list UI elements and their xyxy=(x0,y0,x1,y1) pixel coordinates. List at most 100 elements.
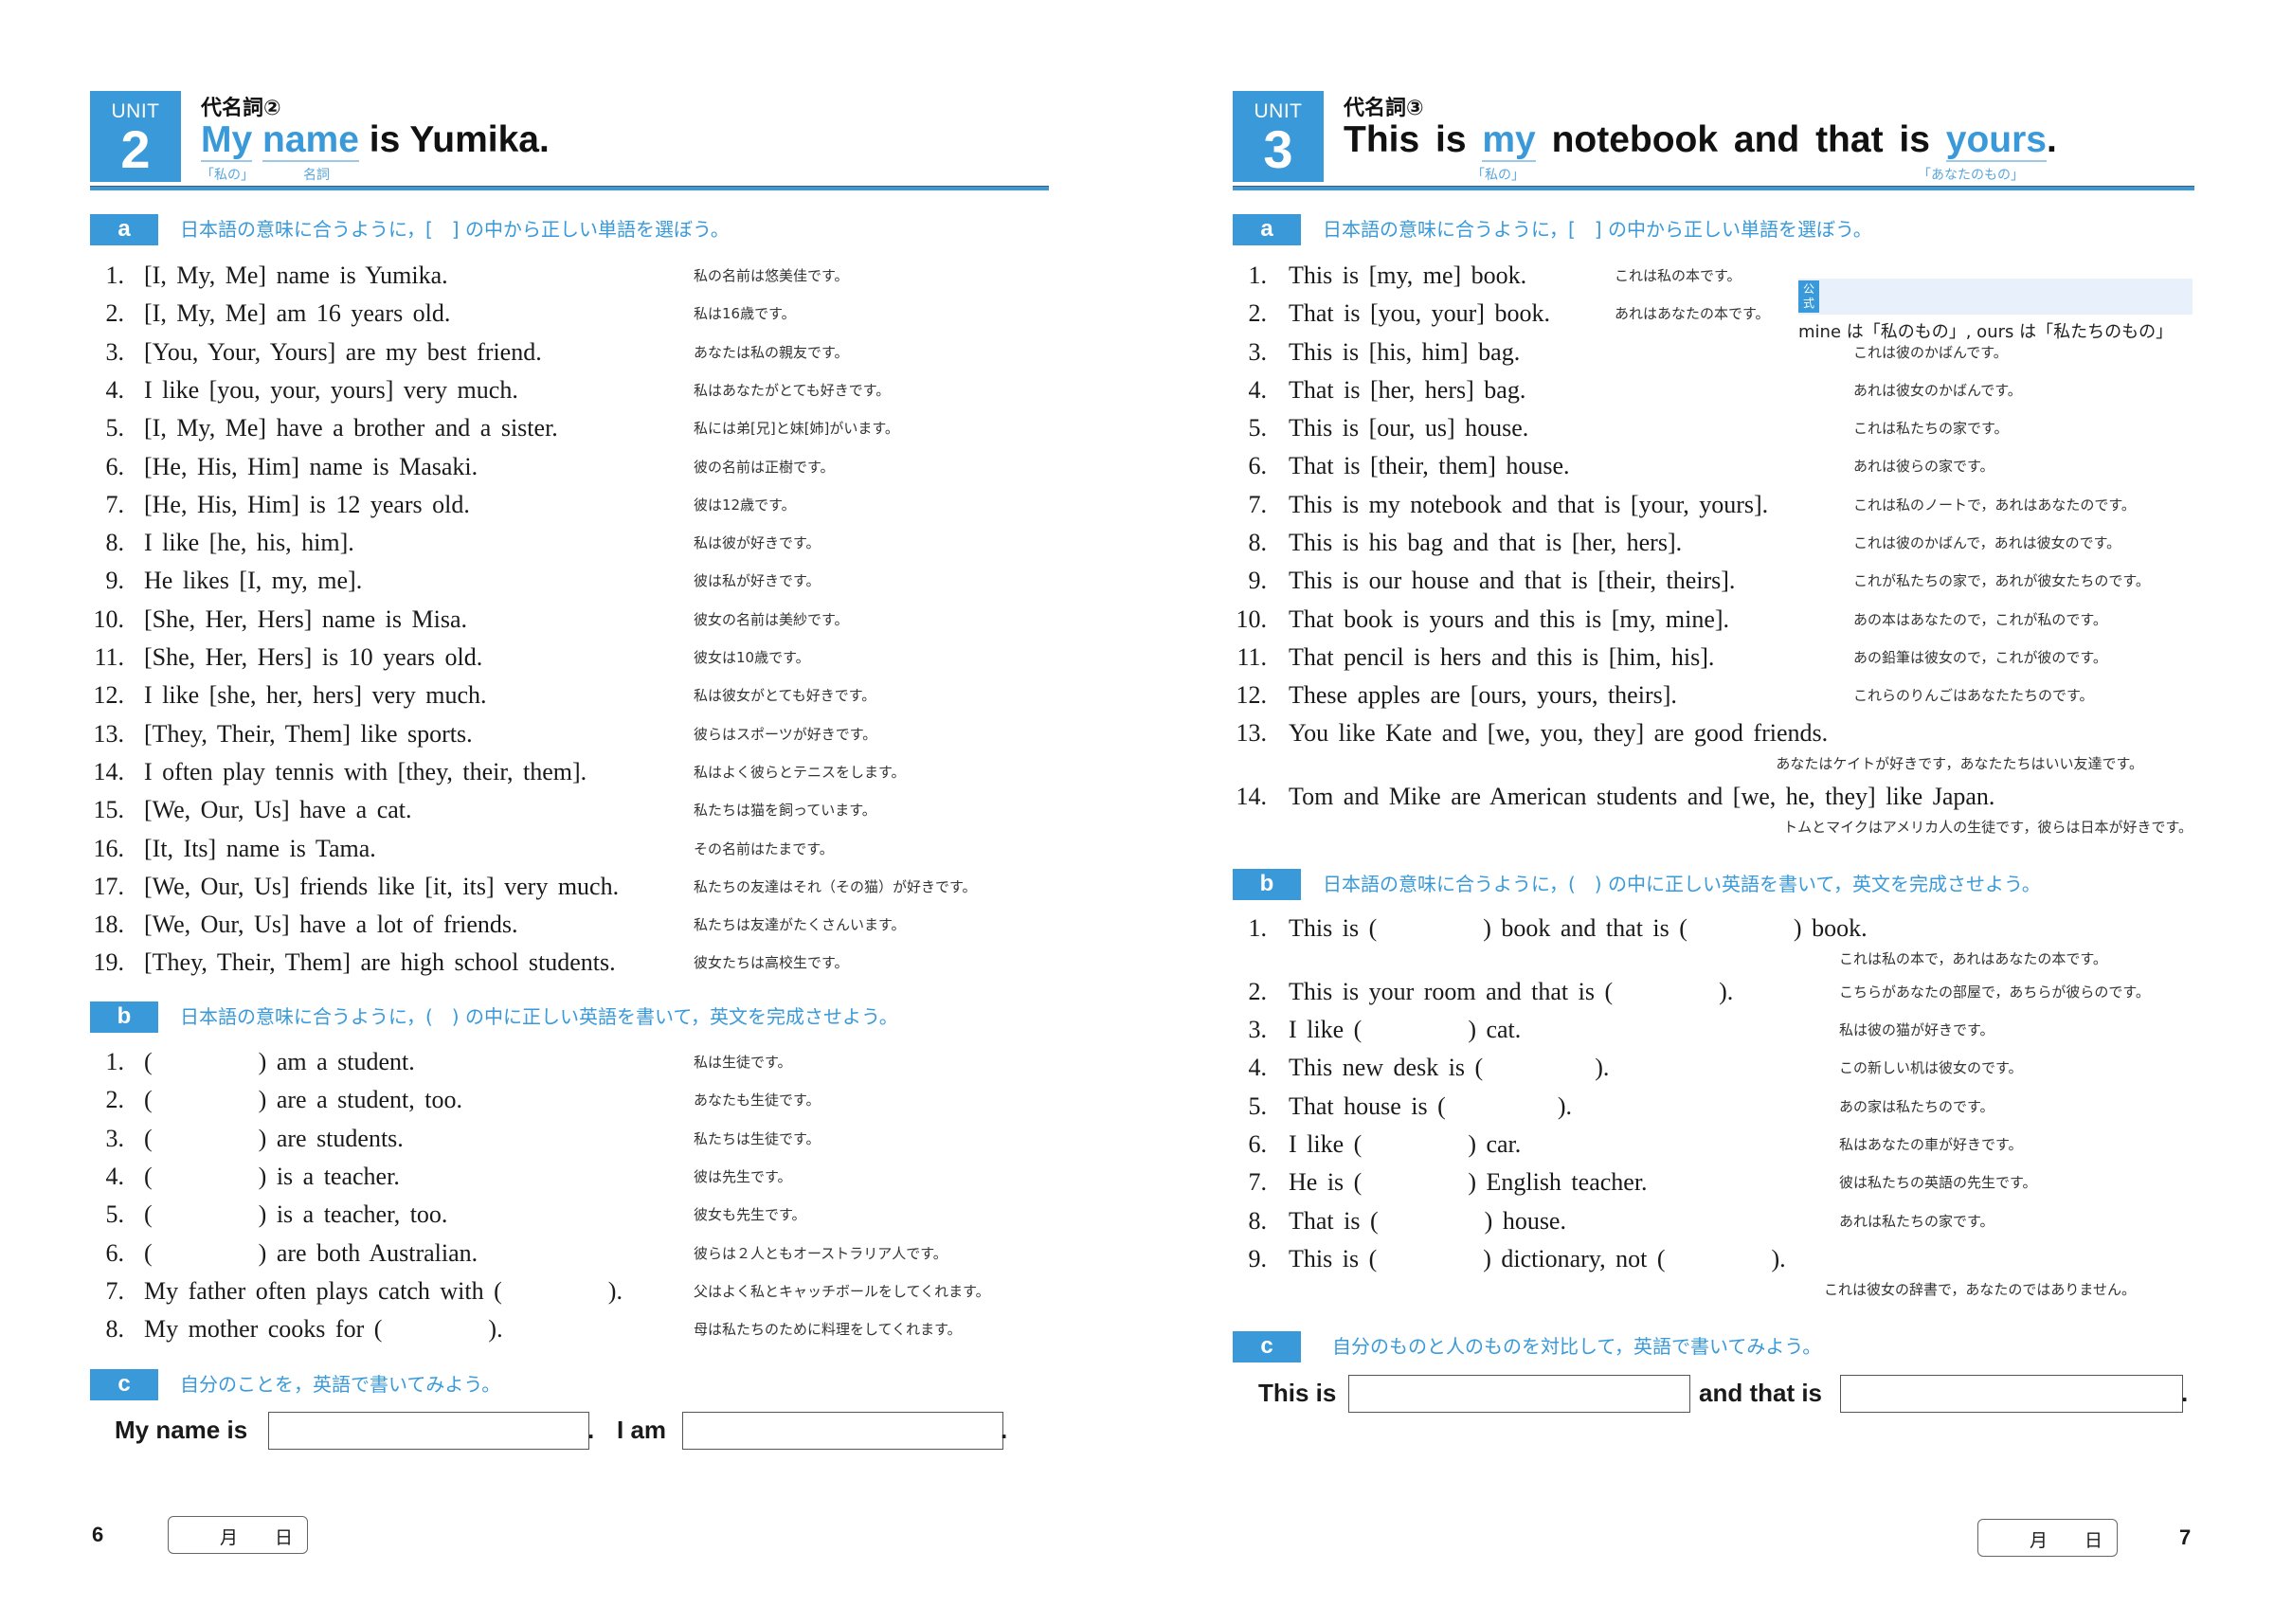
item-number: 9. xyxy=(1248,567,1268,594)
item-sentence: () is a teacher. xyxy=(144,1163,400,1191)
item-translation: 私たちは猫を飼っています。 xyxy=(694,802,876,820)
item-sentence: [We, Our, Us] have a lot of friends. xyxy=(144,911,518,939)
item-number: 9. xyxy=(105,567,125,595)
item-number: 5. xyxy=(105,1200,125,1229)
item-sentence: [He, His, Him] is 12 years old. xyxy=(144,490,470,518)
item-number: 17. xyxy=(93,872,125,900)
period: . xyxy=(2181,1379,2189,1407)
item-translation: 私には弟[兄]と妹[姉]がいます。 xyxy=(694,420,899,438)
item-sentence: These apples are [ours, yours, theirs]. xyxy=(1289,681,1677,709)
that-is-input[interactable] xyxy=(1840,1375,2183,1413)
item-translation: 私たちは生徒です。 xyxy=(694,1129,821,1147)
item-translation: 彼女の名前は美紗です。 xyxy=(694,610,849,628)
item-number: 11. xyxy=(1236,643,1267,671)
item-translation: 彼らはスポーツが好きです。 xyxy=(694,725,877,743)
item-translation: これが私たちの家で，あれが彼女たちのです。 xyxy=(1853,572,2150,589)
header-rule xyxy=(1233,186,2194,190)
item-number: 3. xyxy=(1248,1016,1268,1043)
section-a-badge: a xyxy=(1233,214,1301,245)
item-sentence: [I, My, Me] have a brother and a sister. xyxy=(144,414,558,442)
item-translation: あれは彼女のかばんです。 xyxy=(1853,382,2022,399)
item-translation: 私は彼の猫が好きです。 xyxy=(1839,1021,1994,1038)
item-translation: 父はよく私とキャッチボールをしてくれます。 xyxy=(694,1282,990,1300)
item-number: 2. xyxy=(105,299,125,328)
item-number: 4. xyxy=(1248,376,1268,404)
sentence-part: ) book. xyxy=(1793,914,1868,942)
i-am-input[interactable] xyxy=(682,1412,1003,1450)
item-sentence: [She, Her, Hers] name is Misa. xyxy=(144,604,467,633)
item-translation: 彼は私が好きです。 xyxy=(694,572,821,590)
item-translation: 彼は私たちの英語の先生です。 xyxy=(1839,1174,2037,1191)
item-number: 1. xyxy=(1248,914,1268,942)
item-sentence: This is [our, us] house. xyxy=(1289,414,1529,442)
and-that-is-label: and that is xyxy=(1699,1379,1823,1407)
sentence-post: ). xyxy=(607,1276,623,1305)
title-pre: This is xyxy=(1344,119,1483,160)
sentence-post: ). xyxy=(488,1315,503,1344)
item-sentence: This new desk is (). xyxy=(1289,1054,1609,1082)
item-sentence: I like [he, his, him]. xyxy=(144,529,354,557)
item-sentence: I like [you, your, yours] very much. xyxy=(144,375,518,404)
item-number: 13. xyxy=(93,719,125,748)
item-sentence: This is your room and that is (). xyxy=(1289,978,1733,1006)
date-box[interactable]: 月 日 xyxy=(1977,1519,2118,1557)
item-sentence: This is my notebook and that is [your, y… xyxy=(1289,491,1769,518)
sentence-post: ) are both Australian. xyxy=(258,1238,478,1267)
unit-badge: UNIT 3 xyxy=(1233,91,1324,182)
date-box[interactable]: 月 日 xyxy=(168,1516,308,1554)
sentence-part: I like ( xyxy=(1289,1130,1363,1158)
formula-tag: 公式 xyxy=(1798,280,1819,313)
this-is-input[interactable] xyxy=(1348,1375,1690,1413)
item-translation: 私たちは友達がたくさんいます。 xyxy=(694,916,906,934)
item-number: 6. xyxy=(1248,452,1268,479)
i-am-label: I am xyxy=(617,1416,667,1444)
item-translation: この新しい机は彼女のです。 xyxy=(1839,1059,2023,1076)
item-translation: これは彼のかばんです。 xyxy=(1853,344,2008,361)
item-translation: あなたは私の親友です。 xyxy=(694,343,849,361)
sentence-part: ) English teacher. xyxy=(1468,1168,1648,1196)
page-number: 6 xyxy=(92,1523,104,1546)
sentence-pre: My father often plays catch with ( xyxy=(144,1276,502,1305)
item-number: 12. xyxy=(1236,681,1268,709)
item-translation: あれは私たちの家です。 xyxy=(1839,1213,1994,1230)
unit-title: This is my notebook and that is yours. xyxy=(1344,119,2057,162)
item-number: 11. xyxy=(94,643,124,671)
item-translation: 私は生徒です。 xyxy=(694,1054,792,1071)
item-translation: これは私の本です。 xyxy=(1615,267,1742,284)
item-translation: 彼は先生です。 xyxy=(694,1167,792,1185)
item-translation: 彼女も先生です。 xyxy=(694,1206,806,1224)
section-a-instruction: 日本語の意味に合うように，[ ] の中から正しい単語を選ぼう。 xyxy=(1323,218,1872,241)
item-translation: 彼の名前は正樹です。 xyxy=(694,458,835,476)
sentence-post: ) are a student, too. xyxy=(258,1086,462,1114)
day-label: 日 xyxy=(2084,1530,2103,1551)
item-sentence: This is [my, me] book. xyxy=(1289,262,1527,289)
item-number: 13. xyxy=(1236,719,1268,747)
item-sentence: () am a student. xyxy=(144,1048,415,1076)
item-sentence: That house is (). xyxy=(1289,1092,1572,1121)
title-highlight-my: My xyxy=(201,119,253,162)
item-translation: こちらがあなたの部屋で，あちらが彼らのです。 xyxy=(1839,983,2150,1001)
section-a-instruction: 日本語の意味に合うように，[ ] の中から正しい単語を選ぼう。 xyxy=(180,218,730,241)
item-translation: あなたはケイトが好きです，あなたたちはいい友達です。 xyxy=(1776,755,2143,772)
item-sentence: That book is yours and this is [my, mine… xyxy=(1289,605,1730,633)
item-number: 8. xyxy=(105,1315,125,1344)
item-number: 8. xyxy=(1248,529,1268,556)
title-gloss-name: 名詞 xyxy=(303,168,330,183)
item-number: 10. xyxy=(93,604,125,633)
item-translation: 私は彼が好きです。 xyxy=(694,534,821,552)
item-translation: 彼らは２人ともオーストラリア人です。 xyxy=(694,1244,948,1262)
item-number: 10. xyxy=(1236,605,1268,633)
item-number: 7. xyxy=(1248,1168,1268,1196)
item-translation: 私は彼女がとても好きです。 xyxy=(694,687,876,705)
item-sentence: You like Kate and [we, you, they] are go… xyxy=(1289,719,1829,747)
my-name-input[interactable] xyxy=(268,1412,589,1450)
item-number: 15. xyxy=(93,796,125,824)
item-sentence: Tom and Mike are American students and [… xyxy=(1289,783,1995,810)
sentence-pre: ( xyxy=(144,1124,153,1152)
sentence-part: I like ( xyxy=(1289,1016,1363,1043)
item-sentence: [He, His, Him] name is Masaki. xyxy=(144,452,478,480)
section-c-instruction: 自分のものと人のものを対比して，英語で書いてみよう。 xyxy=(1332,1335,1822,1358)
item-translation: 私はよく彼らとテニスをします。 xyxy=(694,763,906,781)
item-number: 16. xyxy=(93,834,125,862)
title-gloss-my: 「私の」 xyxy=(1471,168,1525,183)
